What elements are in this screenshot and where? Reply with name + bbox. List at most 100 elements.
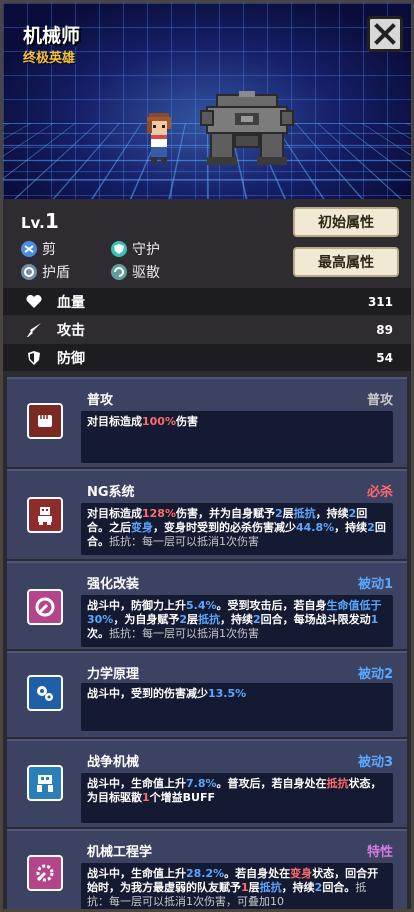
skill-desc-segment: 2 — [274, 507, 283, 520]
skill-type: 被动1 — [357, 577, 393, 592]
shield-defense-icon — [25, 349, 43, 367]
skill-description: 对目标造成128%伤害，并为自身赋予2层抵抗，持续2回合。之后变身，变身时受到的… — [81, 503, 393, 555]
stat-row-attack: 攻击 89 — [3, 316, 411, 343]
skill-card[interactable]: 战争机械 被动3 战斗中，生命值上升7.8%。普攻后，若自身处在抵抗状态，为目标… — [7, 739, 407, 827]
tag-label: 驱散 — [132, 265, 160, 281]
engineering-icon — [27, 855, 63, 891]
tag-barrier: 护盾 — [21, 262, 70, 282]
skill-desc-segment: 。普攻后，若自身处在 — [216, 777, 327, 790]
skill-type: 普攻 — [366, 393, 393, 408]
tag-scissors: 剪 — [21, 239, 56, 259]
skill-type: 特性 — [366, 845, 393, 860]
sword-icon — [25, 321, 43, 339]
skill-desc-segment: 对目标造成 — [87, 507, 142, 520]
skill-desc-segment: 1 — [142, 791, 150, 804]
max-attributes-button[interactable]: 最高属性 — [293, 247, 399, 277]
stat-value: 54 — [376, 350, 393, 365]
mech-sprite — [200, 91, 294, 165]
skill-desc-segment: ，变身时受到的必杀伤害减少 — [153, 521, 296, 534]
skill-name: NG系统 — [87, 485, 135, 500]
skill-description: 战斗中，防御力上升5.4%。受到攻击后，若自身生命值低于30%，为自身赋予2层抵… — [81, 595, 393, 647]
pilot-sprite — [147, 113, 171, 163]
skill-desc-segment: ，持续 — [334, 521, 368, 534]
skill-card[interactable]: 力学原理 被动2 战斗中，受到的伤害减少13.5% — [7, 651, 407, 737]
skill-desc-segment: 2 — [179, 613, 187, 626]
stat-label: 血量 — [57, 294, 85, 311]
stat-row-defense: 防御 54 — [3, 344, 411, 371]
barrier-icon — [21, 264, 37, 280]
level-prefix: Lv. — [21, 214, 45, 232]
heart-icon — [25, 293, 43, 311]
skill-desc-segment: 抵抗 — [259, 881, 282, 894]
tag-label: 守护 — [132, 242, 160, 258]
skill-desc-segment: 128% — [142, 507, 176, 520]
skill-desc-segment: 1 — [370, 613, 379, 626]
skill-desc-segment: 2 — [253, 613, 261, 626]
hero-rank: 终极英雄 — [23, 51, 76, 66]
stats-panel: Lv.1 剪 守护 护盾 驱散 初始属性 最高属性 血量 311 攻击 89 防… — [3, 199, 411, 375]
skill-name: 普攻 — [87, 393, 114, 408]
skill-desc-segment: 抵抗 — [198, 613, 220, 626]
skill-description: 战斗中，生命值上升28.2%。若自身处在变身状态，回合开始时，为我方最虚弱的队友… — [81, 863, 393, 909]
skill-desc-segment: 。受到攻击后，若自身 — [216, 599, 327, 612]
skills-list[interactable]: 普攻 普攻 对目标造成100%伤害 NG系统 必杀 对目标造成128%伤害，并为… — [7, 377, 407, 909]
skill-desc-segment: 战斗中，生命值上升 — [87, 867, 186, 880]
hero-name: 机械师 — [23, 25, 81, 47]
dispel-icon — [111, 264, 127, 280]
stat-value: 89 — [376, 322, 393, 337]
robot-icon — [27, 497, 63, 533]
skill-card[interactable]: 普攻 普攻 对目标造成100%伤害 — [7, 377, 407, 467]
skill-desc-segment: 2 — [367, 521, 375, 534]
skill-desc-segment: 。若自身处在 — [224, 867, 291, 880]
skill-desc-segment: 伤害 — [175, 415, 198, 428]
skill-card[interactable]: 机械工程学 特性 战斗中，生命值上升28.2%。若自身处在变身状态，回合开始时，… — [7, 829, 407, 909]
skill-desc-segment: 次。 — [87, 627, 109, 640]
hero-detail-panel: 机械师 终极英雄 Lv.1 剪 守护 护盾 驱散 初始属性 最高属性 血量 31… — [0, 0, 414, 912]
skill-desc-segment: 7.8% — [186, 777, 217, 790]
skill-desc-segment: 层 — [282, 507, 294, 520]
skill-desc-segment: 1 — [241, 881, 249, 894]
level-display: Lv.1 — [21, 209, 59, 233]
skill-name: 力学原理 — [87, 667, 140, 682]
initial-attributes-button[interactable]: 初始属性 — [293, 207, 399, 237]
skill-desc-segment: 抵抗 — [326, 777, 349, 790]
war-mech-icon — [27, 765, 63, 801]
skill-card[interactable]: NG系统 必杀 对目标造成128%伤害，并为自身赋予2层抵抗，持续2回合。之后变… — [7, 469, 407, 559]
skill-desc-segment: 抵抗 — [293, 507, 316, 520]
skill-name: 战争机械 — [87, 755, 140, 770]
tag-label: 护盾 — [42, 265, 70, 281]
scissors-icon — [21, 241, 37, 257]
hero-banner: 机械师 终极英雄 — [3, 3, 411, 199]
skill-description: 战斗中，生命值上升7.8%。普攻后，若自身处在抵抗状态，为目标驱散1个增益BUF… — [81, 773, 393, 823]
skill-desc-segment: 战斗中，生命值上升 — [87, 777, 186, 790]
skill-description: 对目标造成100%伤害 — [81, 411, 393, 463]
skill-desc-segment: ，持续 — [315, 507, 349, 520]
skill-name: 机械工程学 — [87, 845, 153, 860]
skill-type: 必杀 — [366, 485, 393, 500]
skill-desc-segment: 战斗中，防御力上升 — [87, 599, 186, 612]
skill-desc-segment: 伤害，并为自身赋予 — [175, 507, 275, 520]
skill-desc-segment: 变身 — [290, 867, 313, 880]
gears-icon — [27, 675, 63, 711]
skill-desc-segment: 回合。 — [322, 881, 356, 894]
fist-icon — [27, 403, 63, 439]
skill-desc-segment: ，为自身赋予 — [113, 613, 180, 626]
skill-desc-segment: 对目标造成 — [87, 415, 142, 428]
skill-desc-segment: 抵抗：每一层可以抵消1次伤害 — [109, 627, 259, 640]
skill-name: 强化改装 — [87, 577, 140, 592]
skill-desc-segment: ，持续 — [281, 881, 315, 894]
tag-label: 剪 — [42, 242, 56, 258]
skill-desc-segment: 抵抗：每一层可以抵消1次伤害 — [109, 535, 259, 548]
shield-icon — [111, 241, 127, 257]
stat-value: 311 — [367, 294, 393, 309]
skill-card[interactable]: 强化改装 被动1 战斗中，防御力上升5.4%。受到攻击后，若自身生命值低于30%… — [7, 561, 407, 649]
skill-desc-segment: 层 — [248, 881, 260, 894]
tag-dispel: 驱散 — [111, 262, 160, 282]
close-button[interactable] — [367, 16, 403, 52]
skill-description: 战斗中，受到的伤害减少13.5% — [81, 683, 393, 731]
skill-desc-segment: ，持续 — [220, 613, 253, 626]
skill-type: 被动3 — [357, 755, 393, 770]
stat-row-hp: 血量 311 — [3, 288, 411, 315]
level-value: 1 — [44, 209, 59, 233]
stat-label: 防御 — [57, 350, 85, 367]
